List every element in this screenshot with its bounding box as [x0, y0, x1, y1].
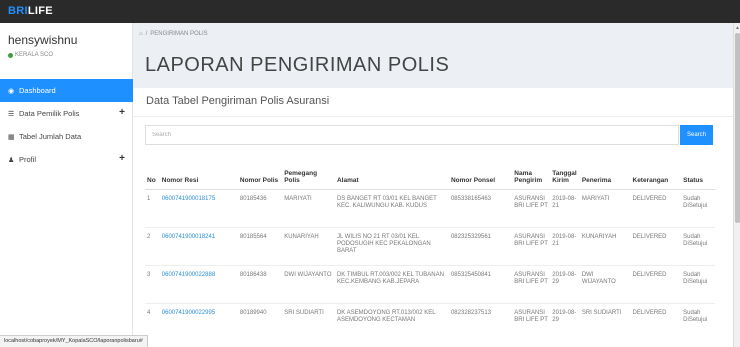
brand-logo[interactable]: BRILIFE	[8, 5, 53, 17]
table-row: 4 0600741900022995 80189940 SRI SUDIARTI…	[145, 302, 715, 342]
data-panel: Data Tabel Pengiriman Polis Asuransi Sea…	[133, 88, 733, 347]
calendar-icon: ▦	[8, 133, 15, 141]
list-icon: ☰	[8, 110, 15, 118]
cell-penerima: DWI WIJAYANTO	[579, 264, 631, 304]
cell-tanggal: 2019-08-21	[550, 226, 580, 266]
cell-no: 2	[145, 226, 160, 266]
table-header-row: No Nomor Resi Nomor Polis Pemegang Polis…	[145, 168, 715, 190]
cell-polis: 80185564	[237, 226, 283, 266]
cell-penerima: KUNARIYAH	[579, 226, 631, 266]
cell-status: Sudah DiSetujui	[681, 226, 715, 266]
cell-polis: 80189940	[237, 302, 283, 342]
cell-penerima: SRI SUDIARTI	[579, 302, 631, 342]
online-status-icon	[8, 52, 13, 58]
cell-status: Sudah DiSetujui	[681, 264, 715, 304]
column-header[interactable]: Keterangan	[630, 168, 682, 190]
cell-pengirim: ASURANSI BRI LIFE PT	[512, 302, 551, 342]
cell-alamat: DK ASEMDOYONG RT.013/002 KEL ASEMDOYONG …	[334, 302, 449, 342]
cell-alamat: DK TIMBUL RT.003/002 KEL TUBANAN KEC.KEM…	[334, 264, 449, 304]
home-icon[interactable]: ⌂	[139, 31, 143, 37]
user-icon: ♟	[8, 156, 15, 164]
cell-ponsel: 082328237513	[448, 302, 513, 342]
status-bar-url: localhost/cobaproyek/MY_KopalaSCO/lapora…	[0, 335, 148, 347]
cell-keterangan: DELIVERED	[630, 188, 682, 228]
sidebar-item-dashboard[interactable]: ◉ Dashboard	[0, 79, 133, 102]
cell-penerima: MARIYATI	[579, 188, 631, 228]
sidebar: hensywishnu KERALA SCO ◉ Dashboard ☰ Dat…	[0, 23, 133, 347]
cell-alamat: DS BANGET RT 03/01 KEL BANGET KEC. KALIW…	[334, 188, 449, 228]
vertical-scrollbar[interactable]: ▲ ▼	[733, 23, 740, 347]
sidebar-item-profil[interactable]: ♟ Profil +	[0, 148, 133, 171]
cell-tanggal: 2019-08-21	[550, 188, 580, 228]
cell-status: Sudah DiSetujui	[681, 302, 715, 342]
cell-resi-link[interactable]: 0600741900018175	[159, 188, 238, 228]
dashboard-icon: ◉	[8, 87, 15, 95]
cell-pengirim: ASURANSI BRI LIFE PT	[512, 226, 551, 266]
breadcrumb-current: PENGIRIMAN POLIS	[150, 31, 208, 37]
table-row: 3 0600741900022888 80186438 DWI WIJAYANT…	[145, 264, 715, 304]
cell-keterangan: DELIVERED	[630, 264, 682, 304]
column-header[interactable]: Nama Pengirim	[512, 168, 551, 190]
expand-plus-icon[interactable]: +	[119, 153, 125, 164]
breadcrumb: ⌂ / PENGIRIMAN POLIS	[139, 31, 208, 37]
cell-no: 3	[145, 264, 160, 304]
panel-title: Data Tabel Pengiriman Polis Asuransi	[146, 95, 330, 107]
search-input[interactable]	[145, 125, 679, 145]
scroll-thumb[interactable]	[735, 33, 740, 223]
cell-no: 1	[145, 188, 160, 228]
cell-pemegang: DWI WIJAYANTO	[282, 264, 335, 304]
cell-pengirim: ASURANSI BRI LIFE PT	[512, 264, 551, 304]
cell-pemegang: KUNARIYAH	[282, 226, 335, 266]
breadcrumb-separator: /	[145, 31, 148, 37]
column-header[interactable]: Status	[681, 168, 715, 190]
sidebar-menu: ◉ Dashboard ☰ Data Pemilik Polis + ▦ Tab…	[0, 79, 133, 171]
expand-plus-icon[interactable]: +	[119, 107, 125, 118]
sidebar-item-tabel-jumlah-data[interactable]: ▦ Tabel Jumlah Data	[0, 125, 133, 148]
cell-resi-link[interactable]: 0600741900022995	[159, 302, 238, 342]
sidebar-item-label: Tabel Jumlah Data	[19, 132, 82, 141]
sidebar-item-label: Profil	[19, 155, 37, 164]
cell-resi-link[interactable]: 0600741900018241	[159, 226, 238, 266]
page-title: LAPORAN PENGIRIMAN POLIS	[145, 54, 450, 76]
brand-logo-part1: BRI	[8, 5, 28, 17]
search-button[interactable]: Search	[680, 125, 713, 145]
column-header[interactable]: Pemegang Polis	[282, 168, 335, 190]
brand-logo-part2: LIFE	[27, 5, 53, 17]
cell-pemegang: SRI SUDIARTI	[282, 302, 335, 342]
column-header[interactable]: Alamat	[334, 168, 449, 190]
panel-divider	[133, 116, 733, 117]
shipment-table: No Nomor Resi Nomor Polis Pemegang Polis…	[145, 168, 715, 342]
column-header[interactable]: Tanggal Kirim	[550, 168, 580, 190]
cell-polis: 80185436	[237, 188, 283, 228]
cell-keterangan: DELIVERED	[630, 302, 682, 342]
column-header[interactable]: Nomor Ponsel	[448, 168, 513, 190]
column-header[interactable]: No	[145, 168, 160, 190]
column-header[interactable]: Nomor Resi	[159, 168, 238, 190]
column-header[interactable]: Nomor Polis	[237, 168, 283, 190]
sidebar-item-label: Dashboard	[19, 86, 56, 95]
cell-ponsel: 085338165463	[448, 188, 513, 228]
user-status: KERALA SCO	[8, 52, 53, 58]
cell-ponsel: 085325450841	[448, 264, 513, 304]
sidebar-item-label: Data Pemilik Polis	[19, 109, 80, 118]
table-row: 2 0600741900018241 80185564 KUNARIYAH JL…	[145, 226, 715, 266]
sidebar-item-data-pemilik-polis[interactable]: ☰ Data Pemilik Polis +	[0, 102, 133, 125]
top-navbar: BRILIFE	[0, 0, 740, 23]
cell-pengirim: ASURANSI BRI LIFE PT	[512, 188, 551, 228]
cell-resi-link[interactable]: 0600741900022888	[159, 264, 238, 304]
cell-tanggal: 2019-08-29	[550, 302, 580, 342]
table-row: 1 0600741900018175 80185436 MARIYATI DS …	[145, 188, 715, 228]
cell-tanggal: 2019-08-29	[550, 264, 580, 304]
user-name: hensywishnu	[8, 33, 78, 47]
scroll-up-arrow-icon[interactable]: ▲	[734, 25, 740, 31]
cell-polis: 80186438	[237, 264, 283, 304]
cell-pemegang: MARIYATI	[282, 188, 335, 228]
cell-ponsel: 082325329561	[448, 226, 513, 266]
column-header[interactable]: Penerima	[579, 168, 631, 190]
user-status-label: KERALA SCO	[15, 52, 54, 58]
cell-alamat: JL WILIS NO 21 RT 03/01 KEL PODOSUGIH KE…	[334, 226, 449, 266]
cell-status: Sudah DiSetujui	[681, 188, 715, 228]
cell-keterangan: DELIVERED	[630, 226, 682, 266]
